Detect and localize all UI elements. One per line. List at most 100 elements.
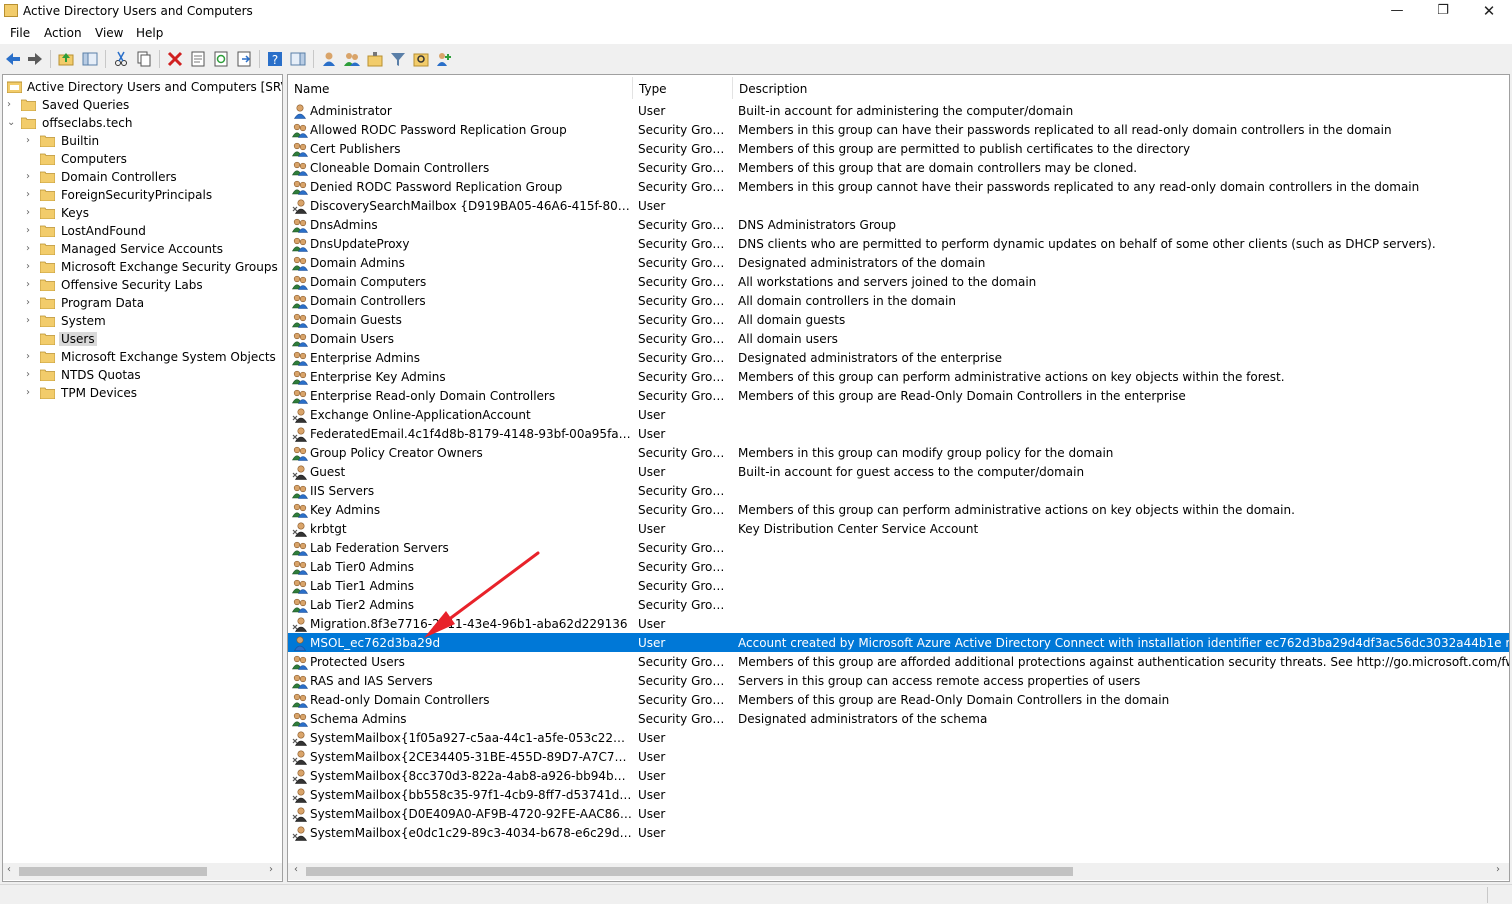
- scroll-left-arrow[interactable]: ‹: [7, 864, 11, 875]
- column-header-type[interactable]: Type: [633, 75, 733, 101]
- tree-expander-icon[interactable]: ›: [26, 279, 35, 291]
- tree-expander-icon[interactable]: [26, 333, 35, 345]
- help-icon[interactable]: ?: [266, 50, 284, 68]
- scroll-thumb[interactable]: [306, 867, 1073, 876]
- new-user-icon[interactable]: [320, 50, 338, 68]
- tree-item[interactable]: › System: [3, 312, 282, 330]
- table-row[interactable]: Administrator User Built-in account for ad…: [288, 101, 1509, 120]
- tree-item[interactable]: › Managed Service Accounts: [3, 240, 282, 258]
- find-icon[interactable]: [412, 50, 430, 68]
- tree-expander-icon[interactable]: ›: [26, 189, 35, 201]
- tree-item[interactable]: › Builtin: [3, 132, 282, 150]
- table-row[interactable]: SystemMailbox{8cc370d3-822a-4ab8-a926-bb…: [288, 766, 1509, 785]
- table-row[interactable]: Domain Users Security Group... All domain …: [288, 329, 1509, 348]
- close-button[interactable]: ✕: [1466, 0, 1512, 24]
- tree-expander-icon[interactable]: ›: [26, 261, 35, 273]
- tree-item[interactable]: › NTDS Quotas: [3, 366, 282, 384]
- show-console-tree-icon[interactable]: [81, 50, 99, 68]
- tree-expander-icon[interactable]: ›: [26, 297, 35, 309]
- table-row[interactable]: Cert Publishers Security Group... Members …: [288, 139, 1509, 158]
- table-row[interactable]: SystemMailbox{2CE34405-31BE-455D-89D7-A7…: [288, 747, 1509, 766]
- tree-item[interactable]: › Microsoft Exchange Security Groups: [3, 258, 282, 276]
- menu-view[interactable]: View: [95, 26, 123, 40]
- table-row[interactable]: MSOL_ec762d3ba29d User Account created by …: [288, 633, 1509, 652]
- tree-item[interactable]: Users: [3, 330, 282, 348]
- table-row[interactable]: Group Policy Creator Owners Security Grou…: [288, 443, 1509, 462]
- list-horizontal-scrollbar[interactable]: ‹ ›: [288, 863, 1509, 880]
- table-row[interactable]: Schema Admins Security Group... Designated…: [288, 709, 1509, 728]
- table-row[interactable]: DnsUpdateProxy Security Group... DNS clien…: [288, 234, 1509, 253]
- tree-root[interactable]: Active Directory Users and Computers [SR…: [3, 78, 282, 96]
- table-row[interactable]: Lab Tier2 Admins Security Group...: [288, 595, 1509, 614]
- table-row[interactable]: RAS and IAS Servers Security Group... Serv…: [288, 671, 1509, 690]
- tree-item[interactable]: Computers: [3, 150, 282, 168]
- table-row[interactable]: Domain Controllers Security Group... All d…: [288, 291, 1509, 310]
- console-tree[interactable]: Active Directory Users and Computers [SR…: [2, 74, 283, 882]
- table-row[interactable]: SystemMailbox{bb558c35-97f1-4cb9-8ff7-d5…: [288, 785, 1509, 804]
- tree-item[interactable]: › TPM Devices: [3, 384, 282, 402]
- table-row[interactable]: Cloneable Domain Controllers Security Gro…: [288, 158, 1509, 177]
- table-row[interactable]: Lab Tier1 Admins Security Group...: [288, 576, 1509, 595]
- column-header-description[interactable]: Description: [733, 75, 1509, 101]
- table-row[interactable]: Domain Admins Security Group... Designated…: [288, 253, 1509, 272]
- column-header-name[interactable]: Name: [288, 75, 633, 101]
- tree-item[interactable]: › Domain Controllers: [3, 168, 282, 186]
- scroll-right-arrow[interactable]: ›: [269, 864, 273, 875]
- table-row[interactable]: Domain Guests Security Group... All domain…: [288, 310, 1509, 329]
- table-row[interactable]: Denied RODC Password Replication Group Se…: [288, 177, 1509, 196]
- table-row[interactable]: DiscoverySearchMailbox {D919BA05-46A6-41…: [288, 196, 1509, 215]
- tree-expander-icon[interactable]: ›: [26, 243, 35, 255]
- scroll-right-arrow[interactable]: ›: [1496, 864, 1500, 875]
- tree-expander-icon[interactable]: ⌄: [7, 117, 16, 129]
- back-icon[interactable]: [4, 50, 22, 68]
- new-group-icon[interactable]: [343, 50, 361, 68]
- tree-expander-icon[interactable]: [26, 153, 35, 165]
- table-row[interactable]: Lab Tier0 Admins Security Group...: [288, 557, 1509, 576]
- table-row[interactable]: Key Admins Security Group... Members of th…: [288, 500, 1509, 519]
- copy-icon[interactable]: [135, 50, 153, 68]
- menu-file[interactable]: File: [10, 26, 30, 40]
- tree-expander-icon[interactable]: ›: [26, 369, 35, 381]
- table-row[interactable]: Migration.8f3e7716-2011-43e4-96b1-aba62d…: [288, 614, 1509, 633]
- table-row[interactable]: Guest User Built-in account for guest acce…: [288, 462, 1509, 481]
- tree-expander-icon[interactable]: ›: [26, 225, 35, 237]
- table-row[interactable]: SystemMailbox{e0dc1c29-89c3-4034-b678-e6…: [288, 823, 1509, 842]
- scroll-thumb[interactable]: [19, 867, 207, 876]
- table-row[interactable]: DnsAdmins Security Group... DNS Administra…: [288, 215, 1509, 234]
- table-row[interactable]: krbtgt User Key Distribution Center Servic…: [288, 519, 1509, 538]
- table-row[interactable]: FederatedEmail.4c1f4d8b-8179-4148-93bf-0…: [288, 424, 1509, 443]
- table-row[interactable]: IIS Servers Security Group...: [288, 481, 1509, 500]
- tree-item[interactable]: › Keys: [3, 204, 282, 222]
- table-row[interactable]: SystemMailbox{D0E409A0-AF9B-4720-92FE-AA…: [288, 804, 1509, 823]
- forward-icon[interactable]: [26, 50, 44, 68]
- table-row[interactable]: Allowed RODC Password Replication Group S…: [288, 120, 1509, 139]
- export-list-icon[interactable]: [235, 50, 253, 68]
- menu-action[interactable]: Action: [44, 26, 82, 40]
- refresh-icon[interactable]: [212, 50, 230, 68]
- minimize-button[interactable]: —: [1374, 0, 1420, 24]
- table-row[interactable]: Lab Federation Servers Security Group...: [288, 538, 1509, 557]
- table-row[interactable]: Domain Computers Security Group... All wor…: [288, 272, 1509, 291]
- tree-expander-icon[interactable]: ›: [26, 207, 35, 219]
- menu-help[interactable]: Help: [136, 26, 163, 40]
- scroll-left-arrow[interactable]: ‹: [294, 864, 298, 875]
- tree-horizontal-scrollbar[interactable]: ‹ ›: [3, 863, 282, 880]
- tree-item[interactable]: › Microsoft Exchange System Objects: [3, 348, 282, 366]
- tree-expander-icon[interactable]: ›: [26, 171, 35, 183]
- table-row[interactable]: Read-only Domain Controllers Security Gro…: [288, 690, 1509, 709]
- table-row[interactable]: Enterprise Read-only Domain Controllers S…: [288, 386, 1509, 405]
- tree-item[interactable]: › LostAndFound: [3, 222, 282, 240]
- tree-expander-icon[interactable]: ›: [26, 387, 35, 399]
- show-action-pane-icon[interactable]: [289, 50, 307, 68]
- table-row[interactable]: Exchange Online-ApplicationAccount User: [288, 405, 1509, 424]
- table-row[interactable]: Protected Users Security Group... Members …: [288, 652, 1509, 671]
- new-ou-icon[interactable]: [366, 50, 384, 68]
- tree-item[interactable]: › Offensive Security Labs: [3, 276, 282, 294]
- up-folder-icon[interactable]: [57, 50, 75, 68]
- tree-expander-icon[interactable]: ›: [7, 99, 16, 111]
- tree-item[interactable]: ⌄ offseclabs.tech: [3, 114, 282, 132]
- tree-item[interactable]: › ForeignSecurityPrincipals: [3, 186, 282, 204]
- table-row[interactable]: Enterprise Admins Security Group... Design…: [288, 348, 1509, 367]
- table-row[interactable]: Enterprise Key Admins Security Group... Me…: [288, 367, 1509, 386]
- tree-item[interactable]: › Saved Queries: [3, 96, 282, 114]
